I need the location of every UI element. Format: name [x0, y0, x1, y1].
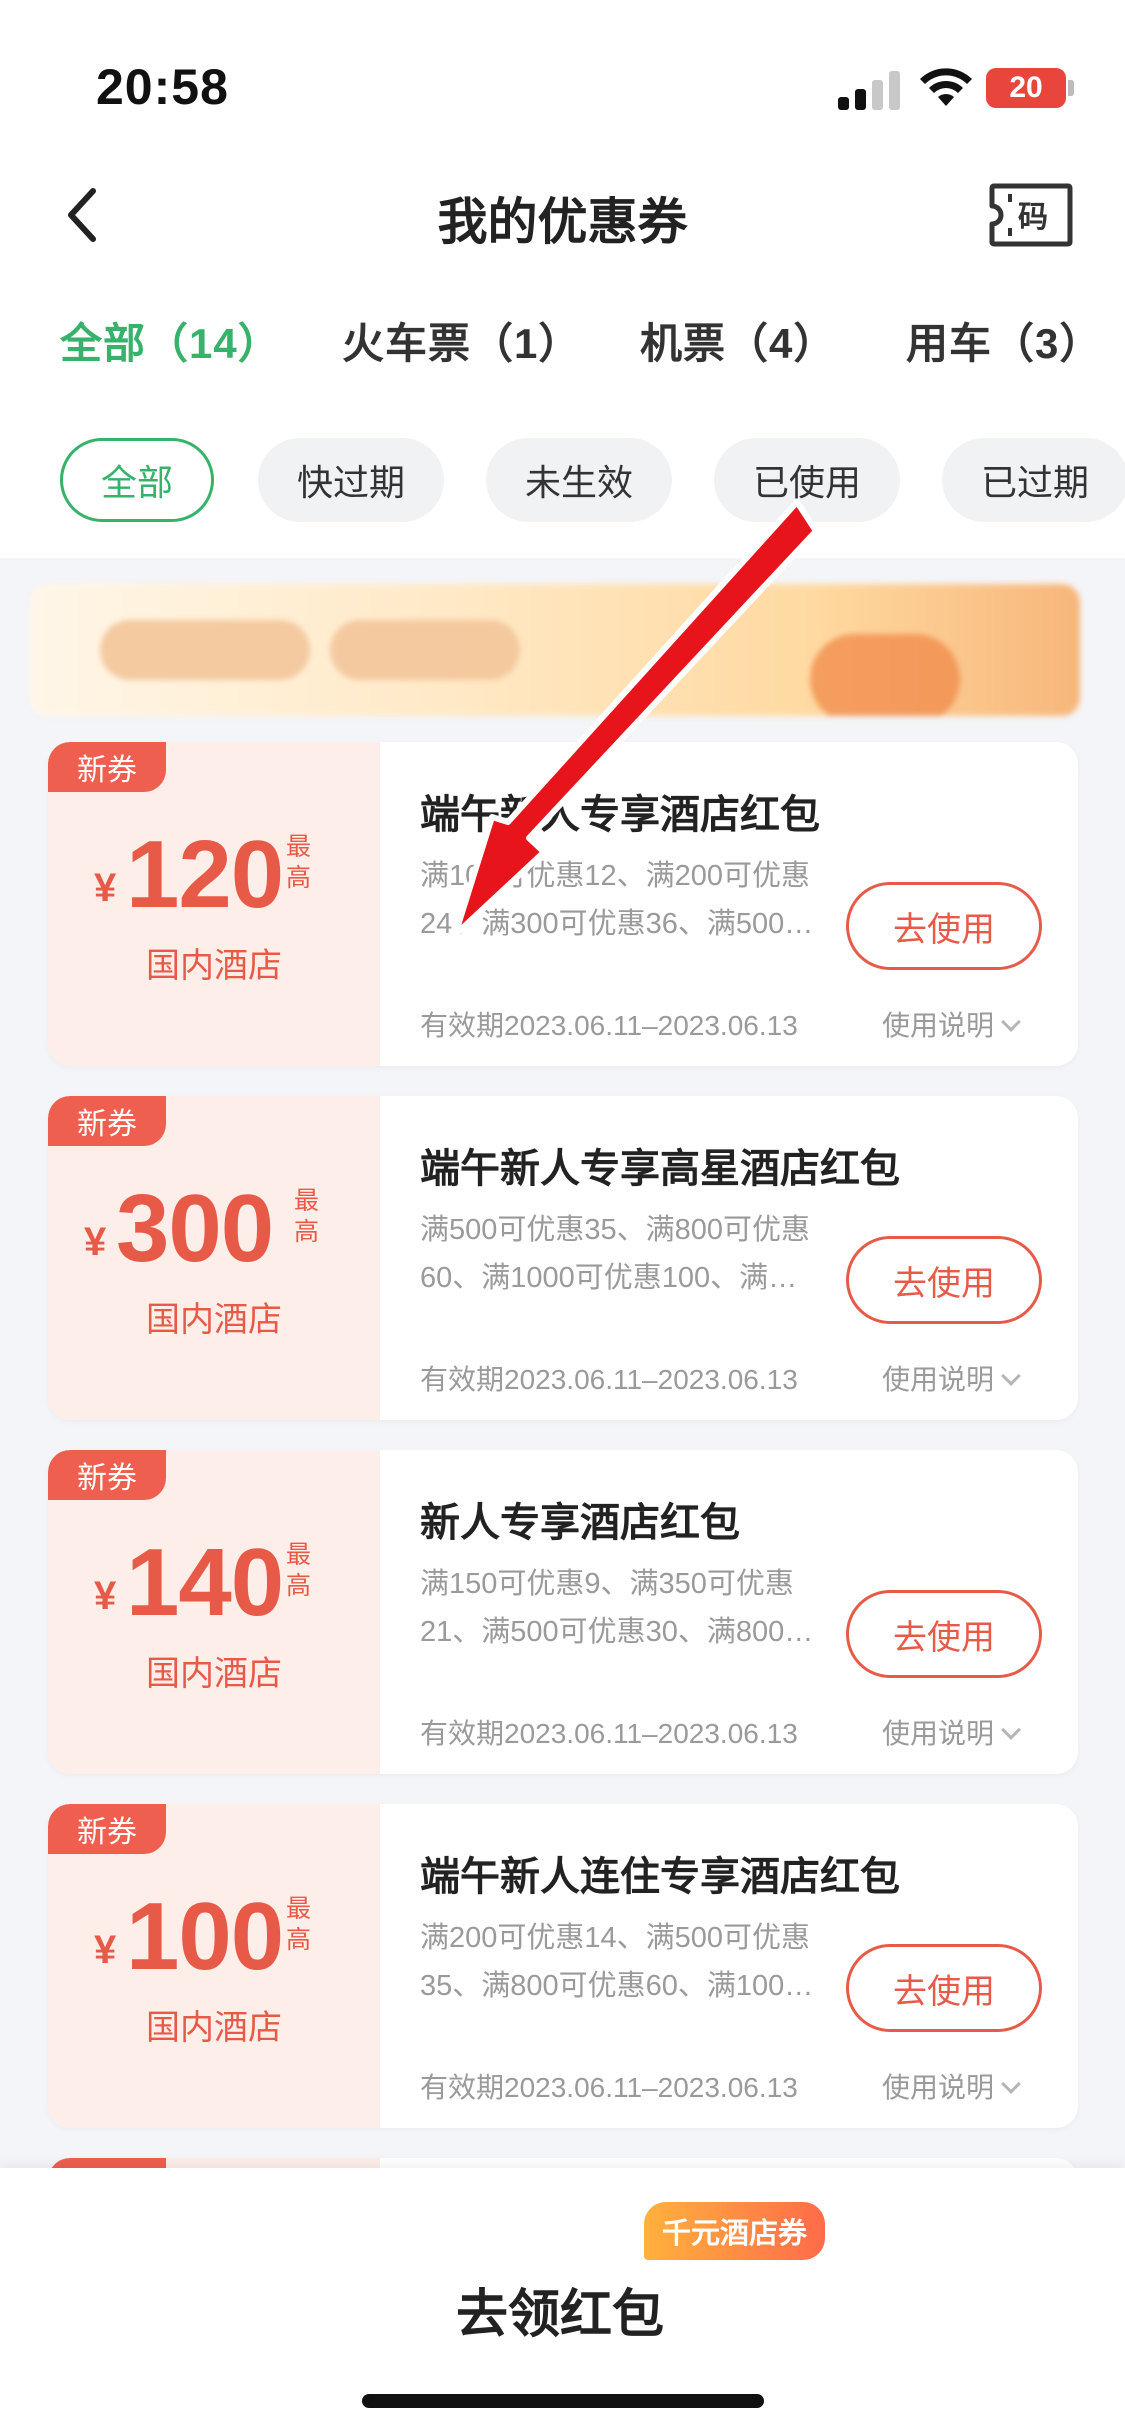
battery-tip	[1068, 80, 1074, 96]
coupon-title: 端午新人连住专享酒店红包	[420, 1855, 900, 1899]
promo-badge: 千元酒店券	[644, 2202, 826, 2260]
coupon-value-panel: 新券 ¥ 300 最高 国内酒店	[48, 1096, 380, 1420]
coupon-validity: 有效期2023.06.11–2023.06.13	[420, 1364, 798, 1395]
new-coupon-badge: 新券	[48, 1450, 166, 1500]
filter-not-effective[interactable]: 未生效	[486, 438, 672, 522]
tab-flight[interactable]: 机票（4）	[640, 310, 836, 371]
coupon-validity: 有效期2023.06.11–2023.06.13	[420, 2072, 798, 2103]
coupon-amount: 120	[126, 821, 284, 928]
coupon-description: 满150可优惠9、满350可优惠21、满500可优惠30、满800…	[420, 1568, 814, 1648]
status-bar: 20:58 20	[0, 0, 1125, 150]
filter-all[interactable]: 全部	[60, 438, 214, 522]
tab-train[interactable]: 火车票（1）	[342, 310, 581, 371]
coupon-amount: 100	[126, 1883, 284, 1990]
nav-bar: 我的优惠券 码	[0, 160, 1125, 270]
usage-instructions-link[interactable]: 使用说明	[882, 1004, 1021, 1044]
cellular-signal-icon	[838, 70, 902, 110]
coupon-card: 新券 ¥ 300 最高 国内酒店 端午新人专享高星酒店红包 满500可优惠35、…	[48, 1096, 1078, 1420]
coupon-info-panel: 端午新人专享酒店红包 满100可优惠12、满200可优惠24、满300可优惠36…	[380, 742, 1078, 1066]
new-coupon-badge: 新券	[48, 1096, 166, 1146]
coupon-validity: 有效期2023.06.11–2023.06.13	[420, 1010, 798, 1041]
coupon-category: 国内酒店	[146, 1655, 282, 1693]
coupon-card: 新券 ¥ 100 最高 国内酒店 端午新人连住专享酒店红包 满200可优惠14、…	[48, 1804, 1078, 2128]
new-coupon-badge: 新券	[48, 1804, 166, 1854]
coupon-card: 新券 ¥ 120 最高 国内酒店 端午新人专享酒店红包 满100可优惠12、满2…	[48, 742, 1078, 1066]
chevron-down-icon	[1001, 1366, 1021, 1386]
currency-symbol: ¥	[94, 866, 117, 910]
tab-all[interactable]: 全部（14）	[60, 310, 281, 371]
usage-label: 使用说明	[882, 1364, 995, 1395]
get-red-packet-button[interactable]: 去领红包	[300, 2254, 820, 2364]
coupon-value-panel: 新券 ¥ 100 最高 国内酒店	[48, 1804, 380, 2128]
usage-label: 使用说明	[882, 2072, 995, 2103]
battery-icon: 20	[986, 68, 1066, 108]
coupon-amount-row: ¥ 100 最高	[48, 1882, 380, 1992]
coupon-category: 国内酒店	[146, 1301, 282, 1339]
coupon-code-button[interactable]: 码	[988, 182, 1074, 248]
coupon-info-panel: 新人专享酒店红包 满150可优惠9、满350可优惠21、满500可优惠30、满8…	[380, 1450, 1078, 1774]
usage-label: 使用说明	[882, 1010, 995, 1041]
coupon-category: 国内酒店	[146, 2009, 282, 2047]
chevron-down-icon	[1001, 1012, 1021, 1032]
coupon-info-panel: 端午新人连住专享酒店红包 满200可优惠14、满500可优惠35、满800可优惠…	[380, 1804, 1078, 2128]
chevron-down-icon	[1001, 1720, 1021, 1740]
code-label: 码	[1018, 201, 1048, 234]
usage-instructions-link[interactable]: 使用说明	[882, 1358, 1021, 1398]
use-coupon-button[interactable]: 去使用	[846, 1236, 1042, 1324]
page-title: 我的优惠券	[437, 194, 688, 250]
coupon-card: 新券 ¥ 140 最高 国内酒店 新人专享酒店红包 满150可优惠9、满350可…	[48, 1450, 1078, 1774]
max-label: 最高	[286, 1895, 312, 1954]
coupon-amount: 140	[126, 1529, 284, 1636]
currency-symbol: ¥	[84, 1220, 107, 1264]
promo-banner[interactable]	[30, 584, 1080, 716]
coupon-value-panel: 新券 ¥ 120 最高 国内酒店	[48, 742, 380, 1066]
category-tabs: 全部（14） 火车票（1） 机票（4） 用车（3）	[0, 310, 1125, 380]
coupon-info-panel: 端午新人专享高星酒店红包 满500可优惠35、满800可优惠60、满1000可优…	[380, 1096, 1078, 1420]
coupon-title: 端午新人专享酒店红包	[420, 793, 820, 837]
new-coupon-badge: 新券	[48, 742, 166, 792]
coupon-amount-row: ¥ 300 最高	[48, 1174, 380, 1284]
coupon-title: 新人专享酒店红包	[420, 1501, 740, 1545]
coupon-amount-row: ¥ 120 最高	[48, 820, 380, 930]
coupon-description: 满200可优惠14、满500可优惠35、满800可优惠60、满100…	[420, 1922, 814, 2002]
max-label: 最高	[286, 833, 312, 892]
bottom-bar: 去领红包 千元酒店券	[0, 2168, 1125, 2436]
coupon-description: 满100可优惠12、满200可优惠24、满300可优惠36、满500…	[420, 860, 814, 940]
coupon-title: 端午新人专享高星酒店红包	[420, 1147, 900, 1191]
home-indicator	[362, 2394, 764, 2408]
coupon-validity: 有效期2023.06.11–2023.06.13	[420, 1718, 798, 1749]
wifi-icon	[920, 68, 972, 106]
coupon-value-panel: 新券 ¥ 140 最高 国内酒店	[48, 1450, 380, 1774]
status-time: 20:58	[96, 59, 229, 115]
filter-expired[interactable]: 已过期	[942, 438, 1125, 522]
currency-symbol: ¥	[94, 1928, 117, 1972]
usage-instructions-link[interactable]: 使用说明	[882, 2066, 1021, 2106]
filter-used[interactable]: 已使用	[714, 438, 900, 522]
filter-chips: 全部 快过期 未生效 已使用 已过期	[0, 438, 1125, 524]
use-coupon-button[interactable]: 去使用	[846, 1944, 1042, 2032]
coupon-list: 新券 ¥ 120 最高 国内酒店 端午新人专享酒店红包 满100可优惠12、满2…	[0, 558, 1125, 2238]
coupon-amount: 300	[116, 1175, 274, 1282]
currency-symbol: ¥	[94, 1574, 117, 1618]
coupon-amount-row: ¥ 140 最高	[48, 1528, 380, 1638]
filter-expiring[interactable]: 快过期	[258, 438, 444, 522]
coupon-category: 国内酒店	[146, 947, 282, 985]
max-label: 最高	[286, 1541, 312, 1600]
tab-car[interactable]: 用车（3）	[906, 310, 1102, 371]
use-coupon-button[interactable]: 去使用	[846, 882, 1042, 970]
coupon-description: 满500可优惠35、满800可优惠60、满1000可优惠100、满…	[420, 1214, 811, 1294]
usage-instructions-link[interactable]: 使用说明	[882, 1712, 1021, 1752]
usage-label: 使用说明	[882, 1718, 995, 1749]
use-coupon-button[interactable]: 去使用	[846, 1590, 1042, 1678]
chevron-down-icon	[1001, 2074, 1021, 2094]
max-label: 最高	[294, 1187, 320, 1246]
